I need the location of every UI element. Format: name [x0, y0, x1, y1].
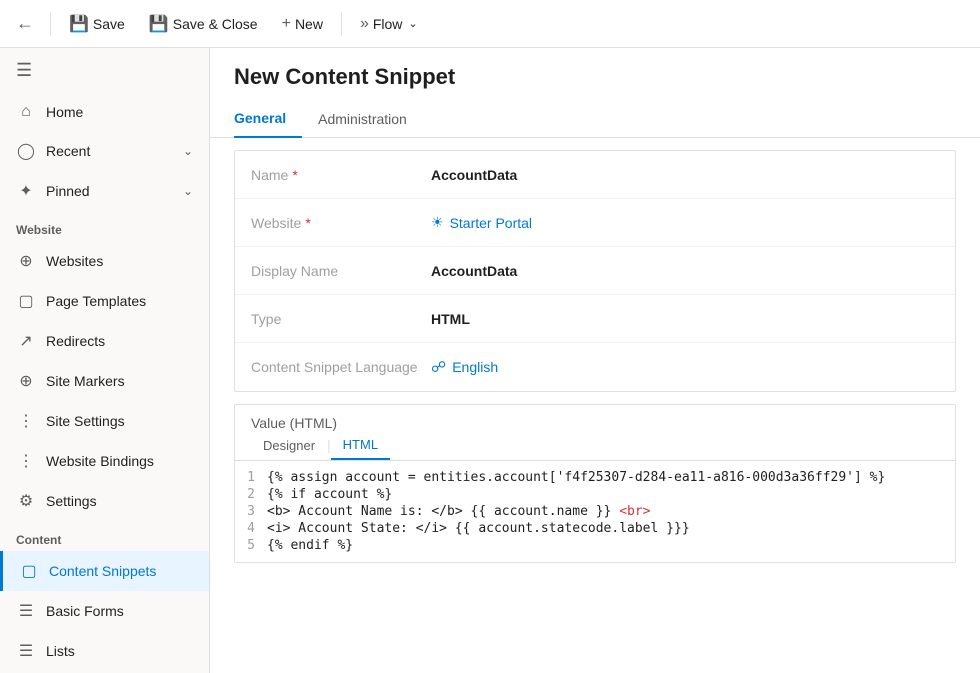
type-value: HTML [431, 311, 939, 327]
language-label: Content Snippet Language [251, 359, 431, 375]
main-layout: ☰ ⌂ Home ◯ Recent ⌄ ✦ Pinned ⌄ Website ⊕… [0, 48, 980, 673]
tab-bar: General Administration [210, 102, 980, 138]
website-bindings-icon: ⋮ [16, 451, 36, 471]
recent-icon: ◯ [16, 141, 36, 161]
save-button[interactable]: 💾 Save [59, 8, 135, 40]
form-area: Name * AccountData Website * ☀ Starter P… [210, 138, 980, 673]
tab-html[interactable]: HTML [331, 431, 390, 460]
websites-icon: ⊕ [16, 251, 36, 271]
code-line: 4<i> Account State: </i> {{ account.stat… [235, 520, 955, 537]
form-row-website: Website * ☀ Starter Portal [235, 199, 955, 247]
type-label: Type [251, 311, 431, 327]
save-icon: 💾 [69, 14, 89, 34]
code-line: 5{% endif %} [235, 537, 955, 554]
website-value[interactable]: ☀ Starter Portal [431, 214, 939, 231]
basic-forms-icon: ☰ [16, 601, 36, 621]
line-number: 2 [235, 487, 267, 502]
code-line: 2{% if account %} [235, 486, 955, 503]
page-templates-icon: ▢ [16, 291, 36, 311]
new-button[interactable]: + New [272, 9, 333, 39]
line-number: 4 [235, 521, 267, 536]
sidebar-item-redirects[interactable]: ↗ Redirects [0, 321, 209, 361]
pinned-chevron-icon: ⌄ [183, 184, 193, 198]
flow-icon: » [360, 15, 369, 33]
code-line: 3<b> Account Name is: </b> {{ account.na… [235, 503, 955, 520]
globe-icon: ☀ [431, 214, 444, 231]
redirects-icon: ↗ [16, 331, 36, 351]
settings-icon: ⚙ [16, 491, 36, 511]
lists-icon: ☰ [16, 641, 36, 661]
form-row-name: Name * AccountData [235, 151, 955, 199]
sidebar-item-site-markers[interactable]: ⊕ Site Markers [0, 361, 209, 401]
toolbar-divider-2 [341, 12, 342, 36]
website-section-label: Website [0, 211, 209, 241]
flow-button[interactable]: » Flow ⌄ [350, 9, 428, 39]
tab-designer[interactable]: Designer [251, 431, 327, 460]
save-close-icon: 💾 [149, 14, 169, 34]
value-section: Value (HTML) Designer | HTML 1{% assign … [234, 404, 956, 563]
toolbar-divider-1 [50, 12, 51, 36]
save-close-button[interactable]: 💾 Save & Close [139, 8, 268, 40]
content-snippets-icon: ▢ [19, 561, 39, 581]
language-value[interactable]: ☍ English [431, 358, 939, 376]
line-code: <i> Account State: </i> {{ account.state… [267, 521, 955, 536]
sidebar-item-site-settings[interactable]: ⋮ Site Settings [0, 401, 209, 441]
value-header: Value (HTML) [235, 405, 955, 431]
home-icon: ⌂ [16, 103, 36, 121]
back-button[interactable]: ← [8, 7, 42, 40]
sidebar-item-content-snippets[interactable]: ▢ Content Snippets [0, 551, 209, 591]
code-area: 1{% assign account = entities.account['f… [235, 461, 955, 562]
sidebar-item-home[interactable]: ⌂ Home [0, 93, 209, 131]
line-code: <b> Account Name is: </b> {{ account.nam… [267, 504, 955, 519]
content-section-label: Content [0, 521, 209, 551]
name-required: * [292, 167, 297, 183]
back-icon: ← [16, 13, 34, 34]
recent-chevron-icon: ⌄ [183, 144, 193, 158]
sidebar: ☰ ⌂ Home ◯ Recent ⌄ ✦ Pinned ⌄ Website ⊕… [0, 48, 210, 673]
display-name-value: AccountData [431, 263, 939, 279]
page-header: New Content Snippet [210, 48, 980, 102]
line-number: 3 [235, 504, 267, 519]
sidebar-item-basic-forms[interactable]: ☰ Basic Forms [0, 591, 209, 631]
tab-administration[interactable]: Administration [302, 102, 423, 138]
sidebar-item-lists[interactable]: ☰ Lists [0, 631, 209, 671]
website-label: Website * [251, 215, 431, 231]
sidebar-item-page-templates[interactable]: ▢ Page Templates [0, 281, 209, 321]
value-tab-bar: Designer | HTML [235, 431, 955, 461]
sidebar-item-website-bindings[interactable]: ⋮ Website Bindings [0, 441, 209, 481]
sidebar-item-recent[interactable]: ◯ Recent ⌄ [0, 131, 209, 171]
form-section: Name * AccountData Website * ☀ Starter P… [234, 150, 956, 392]
code-line: 1{% assign account = entities.account['f… [235, 469, 955, 486]
form-row-display-name: Display Name AccountData [235, 247, 955, 295]
line-code: {% if account %} [267, 487, 955, 502]
page-title: New Content Snippet [234, 64, 956, 90]
site-settings-icon: ⋮ [16, 411, 36, 431]
website-required: * [305, 215, 310, 231]
tab-general[interactable]: General [234, 102, 302, 138]
form-row-type: Type HTML [235, 295, 955, 343]
sidebar-menu-button[interactable]: ☰ [0, 48, 209, 93]
sidebar-item-settings[interactable]: ⚙ Settings [0, 481, 209, 521]
language-icon: ☍ [431, 358, 446, 376]
sidebar-item-pinned[interactable]: ✦ Pinned ⌄ [0, 171, 209, 211]
line-code: {% endif %} [267, 538, 955, 553]
line-number: 5 [235, 538, 267, 553]
site-markers-icon: ⊕ [16, 371, 36, 391]
name-value: AccountData [431, 167, 939, 183]
content-area: New Content Snippet General Administrati… [210, 48, 980, 673]
flow-chevron-icon: ⌄ [408, 17, 417, 30]
pinned-icon: ✦ [16, 181, 36, 201]
display-name-label: Display Name [251, 263, 431, 279]
line-number: 1 [235, 470, 267, 485]
toolbar: ← 💾 Save 💾 Save & Close + New » Flow ⌄ [0, 0, 980, 48]
name-label: Name * [251, 167, 431, 183]
new-icon: + [282, 15, 291, 33]
sidebar-item-websites[interactable]: ⊕ Websites [0, 241, 209, 281]
form-row-language: Content Snippet Language ☍ English [235, 343, 955, 391]
line-code: {% assign account = entities.account['f4… [267, 470, 955, 485]
